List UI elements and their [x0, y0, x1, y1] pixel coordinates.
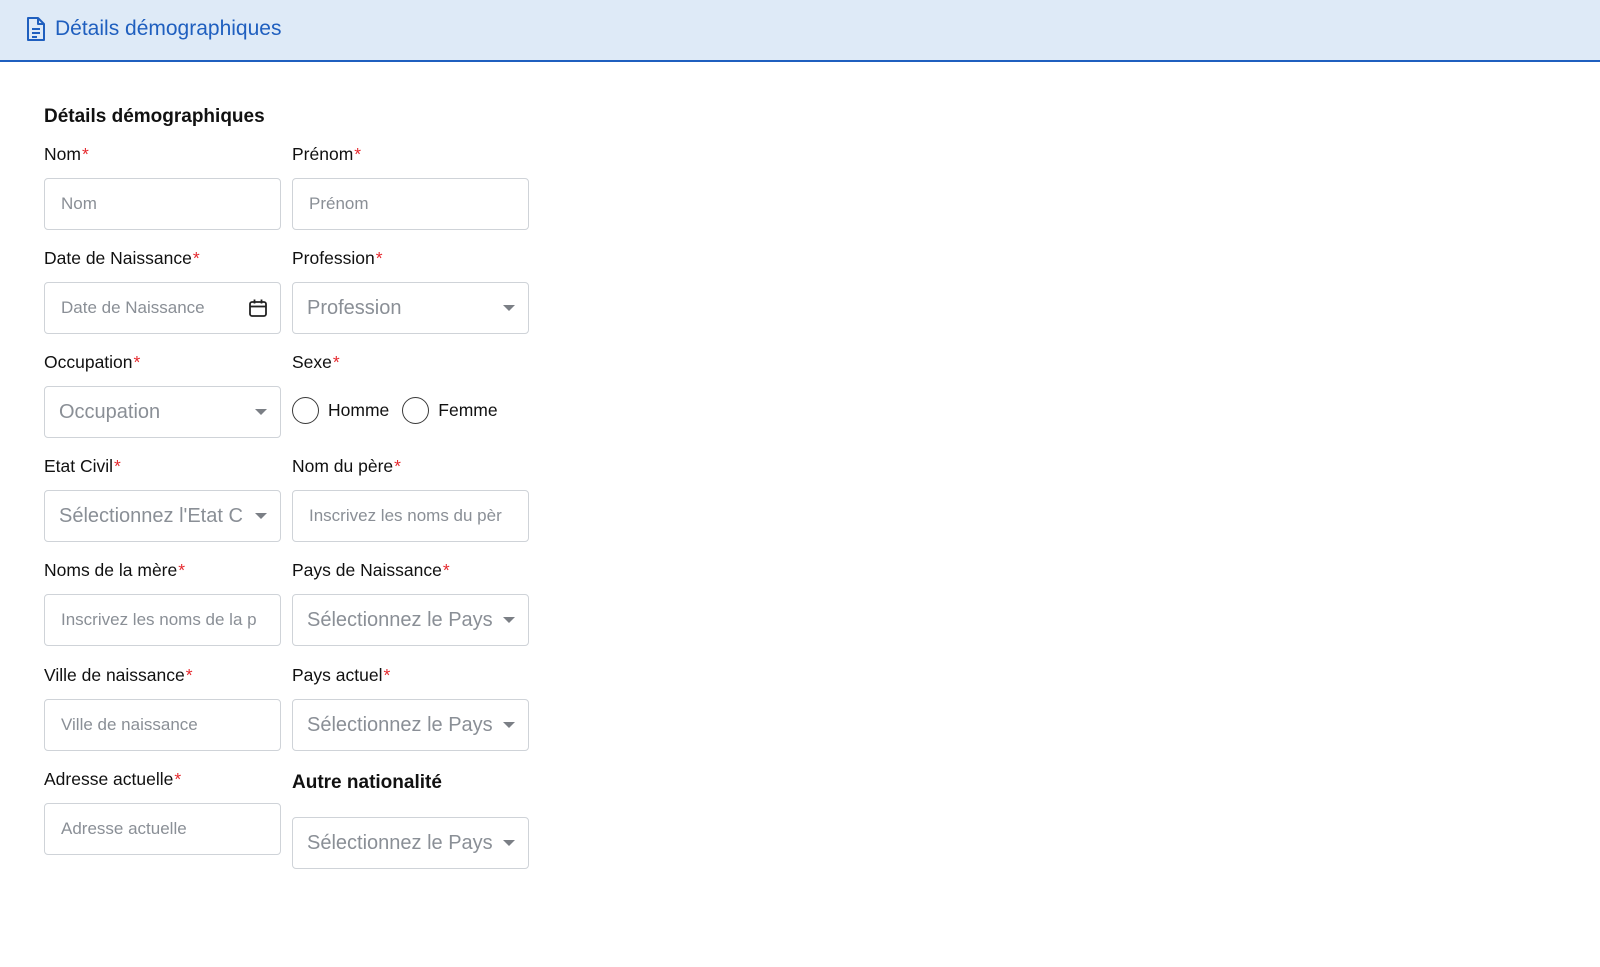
- occupation-select-value: Occupation: [59, 401, 161, 423]
- required-asterisk: *: [442, 560, 450, 580]
- required-asterisk: *: [192, 248, 200, 268]
- required-asterisk: *: [81, 144, 89, 164]
- prenom-field: Prénom*: [292, 142, 529, 230]
- pays-actuel-select[interactable]: Sélectionnez le Pays: [292, 699, 529, 751]
- etat-civil-select[interactable]: Sélectionnez l'Etat C: [44, 490, 281, 542]
- pays-actuel-select-value: Sélectionnez le Pays: [307, 714, 493, 736]
- required-asterisk: *: [332, 352, 340, 372]
- autre-nationalite-field: Autre nationalité Sélectionnez le Pays: [292, 771, 529, 869]
- ville-naissance-field: Ville de naissance*: [44, 663, 281, 751]
- sexe-radio-group: Homme Femme: [292, 384, 511, 436]
- required-asterisk: *: [383, 665, 391, 685]
- pays-naissance-label: Pays de Naissance: [292, 560, 442, 580]
- date-naissance-input[interactable]: [45, 283, 280, 333]
- etat-civil-select-value: Sélectionnez l'Etat C: [59, 505, 243, 527]
- date-naissance-label: Date de Naissance: [44, 248, 192, 268]
- nom-pere-input[interactable]: [293, 491, 528, 541]
- radio-homme[interactable]: Homme: [292, 396, 390, 424]
- occupation-label: Occupation: [44, 352, 133, 372]
- profession-select[interactable]: Profession: [292, 282, 529, 334]
- caret-down-icon: [503, 840, 515, 846]
- radio-femme-label: Femme: [438, 399, 498, 420]
- radio-button[interactable]: [292, 396, 319, 424]
- autre-nationalite-label: Autre nationalité: [292, 772, 442, 793]
- pays-naissance-select[interactable]: Sélectionnez le Pays: [292, 594, 529, 646]
- noms-mere-field: Noms de la mère*: [44, 558, 281, 646]
- prenom-input[interactable]: [293, 179, 528, 229]
- caret-down-icon: [255, 513, 267, 519]
- profession-label: Profession: [292, 248, 375, 268]
- pays-actuel-field: Pays actuel* Sélectionnez le Pays: [292, 663, 529, 751]
- profession-select-value: Profession: [307, 297, 402, 319]
- etat-civil-label: Etat Civil: [44, 456, 114, 476]
- adresse-actuelle-field: Adresse actuelle*: [44, 767, 281, 855]
- tab-demographic-details[interactable]: Détails démographiques: [25, 14, 281, 44]
- required-asterisk: *: [354, 144, 362, 164]
- radio-button[interactable]: [402, 396, 430, 424]
- nom-field: Nom*: [44, 142, 281, 230]
- occupation-field: Occupation* Occupation: [44, 350, 281, 438]
- section-title: Détails démographiques: [44, 106, 265, 127]
- pays-naissance-field: Pays de Naissance* Sélectionnez le Pays: [292, 558, 529, 646]
- autre-nationalite-select-value: Sélectionnez le Pays: [307, 832, 493, 854]
- profession-field: Profession* Profession: [292, 246, 529, 334]
- caret-down-icon: [503, 617, 515, 623]
- nom-pere-label: Nom du père: [292, 456, 394, 476]
- noms-mere-input[interactable]: [45, 595, 280, 645]
- radio-femme[interactable]: Femme: [402, 396, 498, 424]
- occupation-select[interactable]: Occupation: [44, 386, 281, 438]
- caret-down-icon: [503, 305, 515, 311]
- date-naissance-field: Date de Naissance*: [44, 246, 281, 334]
- prenom-input-box: [292, 178, 529, 230]
- required-asterisk: *: [114, 456, 121, 476]
- radio-homme-label: Homme: [328, 399, 390, 420]
- nom-pere-input-box: [292, 490, 529, 542]
- tab-label: Détails démographiques: [55, 17, 282, 40]
- required-asterisk: *: [185, 665, 193, 685]
- nom-input-box: [44, 178, 281, 230]
- noms-mere-label: Noms de la mère: [44, 560, 178, 580]
- required-asterisk: *: [174, 769, 182, 789]
- prenom-label: Prénom: [292, 144, 354, 164]
- tab-bar: Détails démographiques: [0, 0, 1600, 62]
- calendar-icon[interactable]: [248, 298, 268, 318]
- adresse-actuelle-input-box: [44, 803, 281, 855]
- required-asterisk: *: [394, 456, 401, 476]
- required-asterisk: *: [133, 352, 141, 372]
- sexe-label: Sexe: [292, 352, 332, 372]
- required-asterisk: *: [178, 560, 186, 580]
- nom-label: Nom: [44, 144, 81, 164]
- pays-naissance-select-value: Sélectionnez le Pays: [307, 609, 493, 631]
- ville-naissance-input[interactable]: [45, 700, 280, 750]
- noms-mere-input-box: [44, 594, 281, 646]
- nom-input[interactable]: [45, 179, 280, 229]
- ville-naissance-input-box: [44, 699, 281, 751]
- caret-down-icon: [503, 722, 515, 728]
- etat-civil-field: Etat Civil* Sélectionnez l'Etat C: [44, 454, 281, 542]
- autre-nationalite-select[interactable]: Sélectionnez le Pays: [292, 817, 529, 869]
- nom-pere-field: Nom du père*: [292, 454, 529, 542]
- adresse-actuelle-input[interactable]: [45, 804, 280, 854]
- ville-naissance-label: Ville de naissance: [44, 665, 185, 685]
- document-icon: [25, 16, 47, 42]
- pays-actuel-label: Pays actuel: [292, 665, 383, 685]
- adresse-actuelle-label: Adresse actuelle: [44, 769, 174, 789]
- caret-down-icon: [255, 409, 267, 415]
- date-naissance-input-box: [44, 282, 281, 334]
- required-asterisk: *: [375, 248, 383, 268]
- sexe-field: Sexe* Homme Femme: [292, 350, 529, 424]
